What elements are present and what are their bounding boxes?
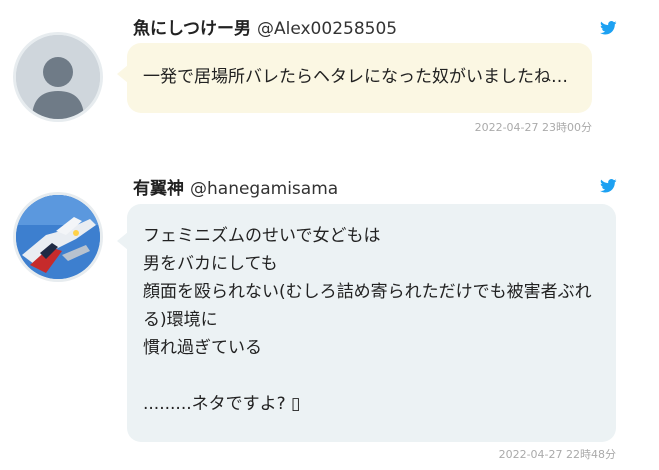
tweet-text-line: 男をバカにしても — [143, 254, 278, 274]
tweet-text-line: 一発で居場所バレたらヘタレになった奴がいましたね… — [143, 67, 568, 87]
user-handle[interactable]: @hanegamisama — [190, 179, 338, 199]
author-line: 有翼神 @hanegamisama — [133, 174, 338, 199]
twitter-bird-icon[interactable] — [600, 179, 617, 193]
tweet-1: 魚にしつけー男 @Alex00258505 一発で居場所バレたらヘタレになった奴が… — [0, 0, 659, 150]
tweet-text-line: フェミニズムのせいで女どもは — [143, 226, 381, 246]
tweet-text-line: .........ネタですよ? ▯ — [143, 394, 301, 414]
robot-avatar-icon — [16, 195, 100, 279]
tweet-2: 有翼神 @hanegamisama フェミニズムのせいで女どもは 男をバカにしても… — [0, 160, 659, 470]
tweet-text-line: 慣れ過ぎている — [143, 338, 262, 358]
tweet-text-line: 顔面を殴られない(むしろ詰め寄られただけでも被害者ぶれ — [143, 282, 592, 302]
display-name[interactable]: 有翼神 — [133, 179, 184, 199]
author-line: 魚にしつけー男 @Alex00258505 — [133, 14, 397, 39]
avatar[interactable] — [13, 192, 103, 282]
timestamp[interactable]: 2022-04-27 22時48分 — [499, 446, 616, 462]
default-user-icon — [16, 35, 100, 119]
tweet-text-line: る)環境に — [143, 310, 218, 330]
tweet-bubble[interactable]: フェミニズムのせいで女どもは 男をバカにしても 顔面を殴られない(むしろ詰め寄ら… — [117, 204, 616, 442]
display-name[interactable]: 魚にしつけー男 — [133, 19, 251, 39]
twitter-bird-icon[interactable] — [600, 21, 617, 35]
avatar[interactable] — [13, 32, 103, 122]
user-handle[interactable]: @Alex00258505 — [257, 19, 397, 39]
timestamp[interactable]: 2022-04-27 23時00分 — [475, 119, 592, 135]
tweet-bubble[interactable]: 一発で居場所バレたらヘタレになった奴がいましたね… — [117, 43, 592, 113]
tweet-text-line — [143, 362, 616, 390]
